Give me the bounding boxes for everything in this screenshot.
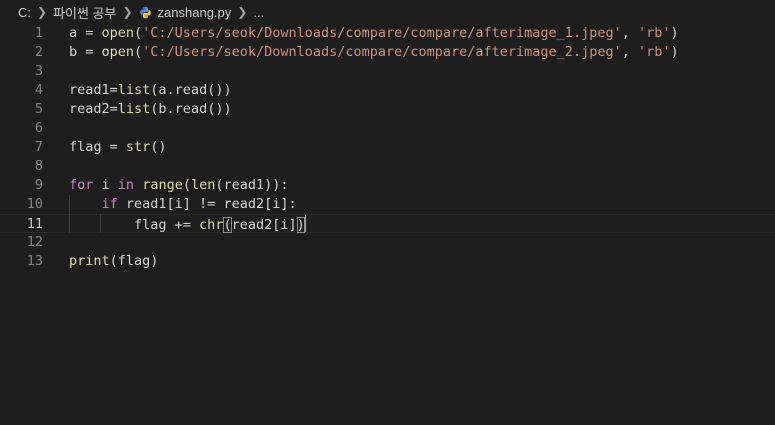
text-cursor	[304, 215, 306, 232]
code-text: read1=list(a.read())	[69, 81, 232, 100]
line-number: 7	[34, 139, 43, 155]
code-text: b = open('C:/Users/seok/Downloads/compar…	[69, 43, 679, 62]
code-token: if	[101, 196, 118, 212]
python-file-icon	[139, 6, 151, 18]
code-line[interactable]: 11 flag += chr(read2[i])	[0, 214, 775, 233]
code-token: range	[142, 177, 183, 193]
code-token: b =	[69, 44, 102, 60]
code-token: )	[670, 44, 679, 60]
code-text: flag = str()	[69, 138, 167, 157]
line-number: 12	[26, 234, 43, 250]
code-token: a =	[69, 25, 102, 41]
code-token: ,	[621, 44, 638, 60]
chevron-right-icon: ❯	[122, 5, 133, 19]
code-line[interactable]: 4 read1=list(a.read())	[0, 81, 775, 100]
code-token: read1=	[69, 82, 118, 98]
code-line[interactable]: 12	[0, 233, 775, 252]
code-token: i	[93, 177, 118, 193]
chevron-right-icon: ❯	[237, 5, 248, 19]
breadcrumb-drive[interactable]: C:	[18, 5, 31, 20]
line-number: 1	[34, 25, 43, 41]
code-token: print	[69, 253, 110, 269]
code-token: 'rb'	[637, 25, 671, 41]
code-line[interactable]: 9 for i in range(len(read1)):	[0, 176, 775, 195]
code-token: list	[117, 82, 151, 98]
code-token: )	[670, 25, 679, 41]
code-line[interactable]: 8	[0, 157, 775, 176]
code-token: 'rb'	[637, 44, 671, 60]
code-token: (a.read())	[150, 82, 232, 98]
code-token: for	[69, 177, 94, 193]
line-number: 3	[34, 63, 43, 79]
line-number: 9	[34, 177, 43, 193]
code-editor[interactable]: 1a = open('C:/Users/seok/Downloads/compa…	[0, 24, 775, 425]
code-token: (flag)	[109, 253, 159, 269]
line-number: 10	[26, 196, 43, 212]
code-token: ()	[150, 139, 167, 155]
code-token: in	[117, 177, 135, 193]
code-token: str	[125, 139, 151, 155]
breadcrumb: C: ❯ 파이썬 공부 ❯ zanshang.py ❯ ...	[0, 0, 775, 24]
line-number: 11	[26, 216, 43, 232]
code-token: flag +=	[69, 217, 200, 233]
breadcrumb-file[interactable]: zanshang.py	[139, 4, 232, 20]
code-text: read2=list(b.read())	[69, 100, 232, 119]
breadcrumb-more[interactable]: ...	[253, 5, 264, 20]
line-number: 8	[34, 158, 43, 174]
code-token: flag =	[69, 139, 126, 155]
code-text: for i in range(len(read1)):	[69, 176, 289, 195]
breadcrumb-file-label: zanshang.py	[157, 4, 232, 20]
code-token: (	[134, 44, 143, 60]
code-token: (	[182, 177, 191, 193]
code-text: flag += chr(read2[i])	[69, 215, 306, 235]
code-line[interactable]: 7 flag = str()	[0, 138, 775, 157]
code-token: (b.read())	[150, 101, 232, 117]
code-token: 'C:/Users/seok/Downloads/compare/compare…	[142, 44, 622, 60]
code-token: ,	[621, 25, 638, 41]
indent-guide	[69, 195, 70, 233]
code-line[interactable]: 1 a = open('C:/Users/seok/Downloads/compa…	[0, 24, 775, 43]
line-number: 4	[34, 82, 43, 98]
code-token: list	[117, 101, 151, 117]
breadcrumb-folder[interactable]: 파이썬 공부	[53, 3, 116, 22]
line-number: 2	[34, 44, 43, 60]
line-number: 13	[26, 253, 43, 269]
code-line[interactable]: 3	[0, 62, 775, 81]
code-token: read2[i]	[231, 217, 297, 233]
code-token: chr	[199, 217, 224, 233]
code-line[interactable]: 10 if read1[i] != read2[i]:	[0, 195, 775, 214]
line-number: 5	[34, 101, 43, 117]
line-number: 6	[34, 120, 43, 136]
code-line[interactable]: 6	[0, 119, 775, 138]
code-token: 'C:/Users/seok/Downloads/compare/compare…	[142, 25, 622, 41]
code-text: print(flag)	[69, 252, 158, 271]
code-text: a = open('C:/Users/seok/Downloads/compar…	[69, 24, 679, 43]
chevron-right-icon: ❯	[37, 5, 48, 19]
code-text: if read1[i] != read2[i]:	[69, 195, 297, 214]
code-token: len	[190, 177, 216, 193]
indent-guide	[100, 214, 101, 233]
code-token: read1[i] != read2[i]:	[117, 196, 297, 212]
code-token: )	[296, 217, 305, 233]
code-line[interactable]: 2 b = open('C:/Users/seok/Downloads/compa…	[0, 43, 775, 62]
code-token: open	[101, 25, 135, 41]
code-token: (	[134, 25, 143, 41]
code-token: (read1)):	[215, 177, 289, 193]
code-line[interactable]: 5 read2=list(b.read())	[0, 100, 775, 119]
code-token: read2=	[69, 101, 118, 117]
code-token: (	[223, 217, 232, 233]
code-token: open	[101, 44, 135, 60]
code-line[interactable]: 13 print(flag)	[0, 252, 775, 271]
